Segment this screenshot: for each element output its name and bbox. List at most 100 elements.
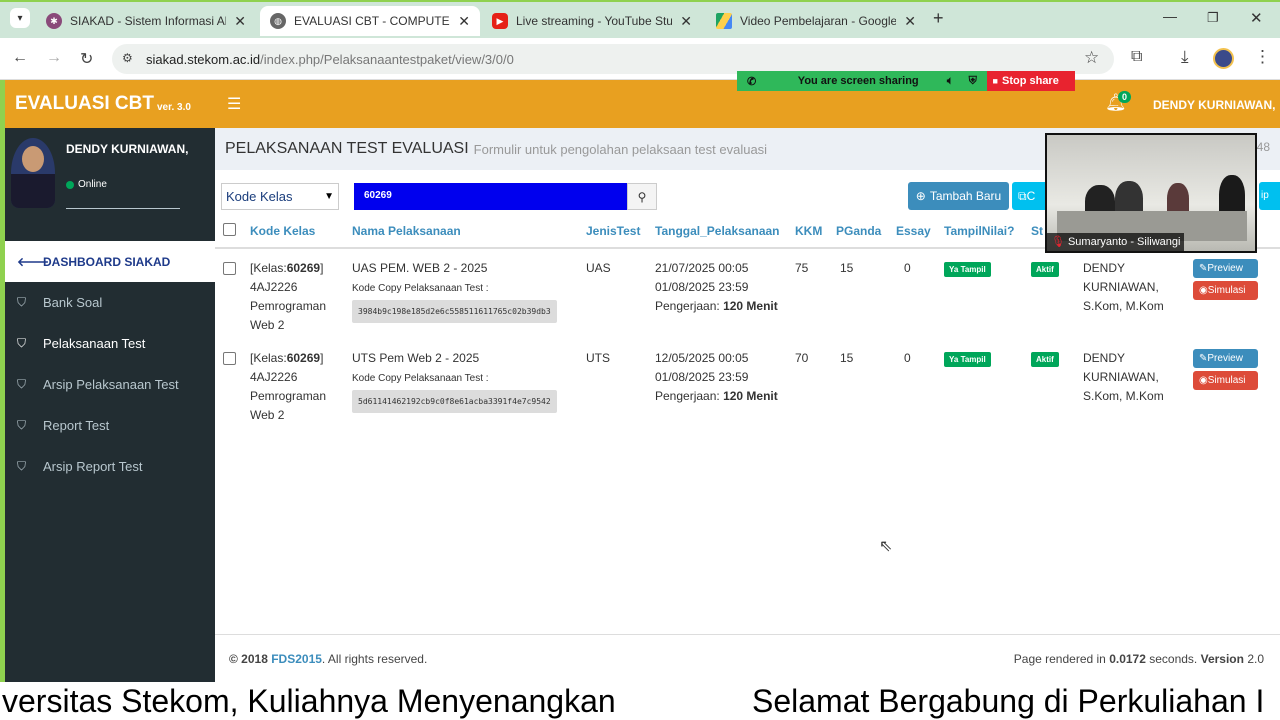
tab-search-button[interactable]: ▾ xyxy=(10,8,30,28)
url-field[interactable]: ⚙ siakad.stekom.ac.id/index.php/Pelaksan… xyxy=(112,44,1114,74)
video-caption: 🎙︎ Sumaryanto - Siliwangi xyxy=(1047,233,1185,251)
mouse-cursor-icon: ⇖ xyxy=(879,538,893,555)
copy-code[interactable]: 3984b9c198e185d2e6c558511611765c02b39db3 xyxy=(352,300,557,323)
tambah-baru-button[interactable]: ⊕ Tambah Baru xyxy=(908,182,1009,210)
tab-youtube-studio[interactable]: ▶ Live streaming - YouTube Studio ✕ xyxy=(482,6,702,36)
tampil-badge: Ya Tampil xyxy=(944,262,991,277)
col-nama-pelaksanaan[interactable]: Nama Pelaksanaan xyxy=(352,214,586,249)
sidebar-item-label: Arsip Report Test xyxy=(43,459,143,474)
sidebar-item-pelaksanaan-test[interactable]: ⛉ Pelaksanaan Test xyxy=(5,323,215,364)
select-all-checkbox[interactable] xyxy=(223,222,236,236)
col-kkm[interactable]: KKM xyxy=(795,214,836,249)
siakad-icon: ✱ xyxy=(46,13,62,29)
nama-pelaksanaan: UAS PEM. WEB 2 - 2025 xyxy=(352,261,488,275)
sidebar-item-report-test[interactable]: ⛉ Report Test xyxy=(5,405,215,446)
render-label: Page rendered in xyxy=(1013,651,1106,666)
participant-name: Sumaryanto - Siliwangi xyxy=(1067,236,1181,248)
tab-google-drive[interactable]: Video Pembelajaran - Google D ✕ xyxy=(706,6,926,36)
cell-tampil: Ya Tampil xyxy=(944,339,1031,430)
stop-share-button[interactable]: ■ Stop share xyxy=(986,71,1075,91)
row-checkbox[interactable] xyxy=(223,262,236,275)
copy-code[interactable]: 5d61141462192cb9c0f8e61acba3391f4e7c9542 xyxy=(352,390,557,413)
brand-version: ver. 3.0 xyxy=(156,101,191,113)
close-icon[interactable]: ✕ xyxy=(680,13,692,30)
search-button[interactable]: ⚲ xyxy=(627,183,657,210)
version-value: 2.0 xyxy=(1247,651,1264,666)
tab-evaluasi-cbt[interactable]: ◍ EVALUASI CBT - COMPUTER BA ✕ xyxy=(260,6,480,36)
eye-icon: ◉ xyxy=(1199,285,1208,296)
sidebar: EVALUASI CBT ver. 3.0 DENDY KURNIAWAN, On… xyxy=(0,80,215,682)
user-name: DENDY KURNIAWAN, xyxy=(66,142,189,156)
profile-avatar[interactable] xyxy=(1213,48,1234,69)
url-host: siakad.stekom.ac.id xyxy=(146,51,261,67)
render-time: 0.0172 xyxy=(1109,651,1146,666)
participant-video[interactable]: 🎙︎ Sumaryanto - Siliwangi xyxy=(1045,133,1257,253)
cell-kode-kelas: [Kelas:60269] 4AJ2226 Pemrograman Web 2 xyxy=(250,339,352,430)
copy-code-label: Kode Copy Pelaksanaan Test : xyxy=(352,283,489,294)
window-close-icon[interactable]: ✕ xyxy=(1250,9,1263,27)
cell-pganda: 15 xyxy=(840,261,854,275)
close-icon[interactable]: ✕ xyxy=(904,13,916,30)
sidebar-item-arsip-pelaksanaan-test[interactable]: ⛉ Arsip Pelaksanaan Test xyxy=(5,364,215,405)
bookmark-star-icon[interactable]: ☆ xyxy=(1084,48,1099,68)
user-status: Online xyxy=(66,179,107,190)
mic-muted-icon: 🎙︎ xyxy=(1051,236,1065,248)
col-essay[interactable]: Essay xyxy=(896,214,944,249)
bookmark-icon: ⛉ xyxy=(17,336,27,350)
hamburger-icon[interactable]: ☰ xyxy=(227,94,241,114)
version-label: Version xyxy=(1200,651,1244,666)
stop-icon: ■ xyxy=(992,76,998,86)
sidebar-item-dashboard-siakad[interactable]: 🡐 DASHBOARD SIAKAD xyxy=(5,241,215,282)
button-label: Stop share xyxy=(1001,75,1059,87)
col-tanggal-pelaksanaan[interactable]: Tanggal_Pelaksanaan xyxy=(655,214,795,249)
preview-button[interactable]: ✎Preview xyxy=(1193,259,1258,278)
row-checkbox[interactable] xyxy=(223,352,236,365)
restore-icon[interactable]: ❐ xyxy=(1207,10,1219,26)
col-tampil-nilai[interactable]: TampilNilai? xyxy=(944,214,1031,249)
col-kode-kelas[interactable]: Kode Kelas xyxy=(250,214,352,249)
durasi-label: Pengerjaan: xyxy=(655,299,720,313)
extensions-icon[interactable]: ⧉ xyxy=(1131,48,1142,66)
col-jenis-test[interactable]: JenisTest xyxy=(586,214,655,249)
table-row: [Kelas:60269] 4AJ2226 Pemrograman Web 2 UAS… xyxy=(215,248,1280,339)
speaker-icon[interactable]: 🔈︎ xyxy=(947,75,969,88)
forward-icon[interactable]: → xyxy=(46,49,62,67)
close-icon[interactable]: ✕ xyxy=(234,13,246,30)
marquee-ticker: versitas Stekom, Kuliahnya Menyenangkan … xyxy=(0,682,1280,720)
tab-siakad[interactable]: ✱ SIAKAD - Sistem Informasi Akad ✕ xyxy=(36,6,256,36)
brand-logo[interactable]: EVALUASI CBT ver. 3.0 xyxy=(5,80,215,128)
button-label: ip xyxy=(1261,190,1269,201)
site-info-icon[interactable]: ⚙ xyxy=(122,51,133,65)
minimize-icon[interactable]: — xyxy=(1163,8,1177,24)
address-bar: ← → ↻ ⚙ siakad.stekom.ac.id/index.php/Pe… xyxy=(0,38,1280,80)
kode-kelas-select[interactable]: Kode Kelas ▼ xyxy=(221,183,339,210)
sidebar-item-arsip-report-test[interactable]: ⛉ Arsip Report Test xyxy=(5,446,215,487)
tanggal-end: 01/08/2025 23:59 xyxy=(655,370,749,384)
menu-dots-icon[interactable]: ⋮ xyxy=(1254,47,1271,67)
simulasi-button[interactable]: ◉Simulasi xyxy=(1193,371,1258,390)
tanggal-end: 01/08/2025 23:59 xyxy=(655,280,749,294)
preview-button[interactable]: ✎Preview xyxy=(1193,349,1258,368)
back-icon[interactable]: ← xyxy=(12,49,28,67)
table-row: [Kelas:60269] 4AJ2226 Pemrograman Web 2 UTS… xyxy=(215,339,1280,430)
cell-nama: UAS PEM. WEB 2 - 2025 Kode Copy Pelaksana… xyxy=(352,248,586,339)
kelas-id: 4AJ2226 xyxy=(250,280,298,294)
close-icon[interactable]: ✕ xyxy=(458,13,470,30)
status-badge: Aktif xyxy=(1031,262,1059,277)
new-tab-icon[interactable]: + xyxy=(933,8,944,29)
sidebar-item-bank-soal[interactable]: ⛉ Bank Soal xyxy=(5,282,215,323)
select-value: Kode Kelas xyxy=(226,189,293,204)
download-icon[interactable]: ⤓ xyxy=(1181,47,1189,67)
reload-icon[interactable]: ↻ xyxy=(80,49,93,69)
col-pganda[interactable]: PGanda xyxy=(836,214,896,249)
cell-pganda: 15 xyxy=(840,351,854,365)
simulasi-button[interactable]: ◉Simulasi xyxy=(1193,281,1258,300)
status-badge: Aktif xyxy=(1031,352,1059,367)
copyright-link[interactable]: FDS2015 xyxy=(271,652,322,666)
top-user-name[interactable]: DENDY KURNIAWAN, xyxy=(1153,98,1275,112)
partial-button[interactable]: ip xyxy=(1259,182,1280,210)
youtube-icon: ▶ xyxy=(492,13,508,29)
button-label: Preview xyxy=(1207,263,1243,274)
search-input[interactable]: 60269 xyxy=(354,183,627,210)
cell-essay: 0 xyxy=(904,351,911,365)
